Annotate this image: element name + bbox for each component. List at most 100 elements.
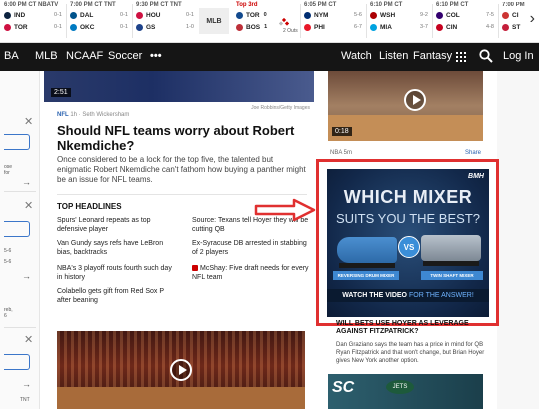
chevron-right-icon[interactable]: › [530, 10, 535, 28]
left-rail: ✕ ose for → ✕ 5-6 5-6 → reb, 6 ✕ → TNT [0, 71, 40, 409]
ad-headline: WHICH MIXER [343, 187, 473, 207]
team-record: 0-1 [120, 12, 128, 18]
game-card[interactable]: 6:00 PM CT NBATV IND 0-1 TOR 0-1 [4, 2, 62, 40]
team-name: MIA [380, 23, 392, 31]
arrow-right-icon[interactable]: → [22, 177, 31, 187]
game-card[interactable]: 6:05 PM CT NYM 5-6 PHI 6-7 [304, 2, 362, 40]
league-label[interactable]: MLB [199, 8, 229, 34]
article-headline[interactable]: Should NFL teams worry about Robert Nkem… [57, 123, 307, 153]
vs-badge: VS [398, 236, 420, 258]
team-name: COL [446, 11, 460, 19]
article-meta: NFL 1h · Seth Wickersham [57, 112, 129, 118]
video-thumbnail[interactable]: 2:51 [44, 71, 314, 102]
close-icon[interactable]: ✕ [24, 115, 33, 128]
team-record: 0-1 [186, 12, 194, 18]
apps-grid-icon[interactable] [456, 52, 466, 62]
ad-brand-logo: BMH [468, 173, 484, 180]
team-name: HOU [146, 11, 161, 19]
game-card[interactable]: 9:30 PM CT TNT HOU 0-1 GS 1-0 [136, 2, 194, 40]
input-box[interactable] [4, 354, 30, 370]
game-network: TNT [170, 2, 182, 8]
nav-item-listen[interactable]: Listen [379, 50, 408, 62]
team-logo-icon [236, 11, 243, 19]
game-status: 7:00 PM CT [70, 2, 103, 8]
team-record: 5-6 [354, 12, 362, 18]
video-thumbnail[interactable] [57, 331, 305, 409]
close-icon[interactable]: ✕ [24, 333, 33, 346]
video-thumbnail[interactable]: 0:18 [328, 71, 483, 141]
team-name: OKC [80, 23, 95, 31]
nav-item-watch[interactable]: Watch [341, 50, 372, 62]
team-logo-icon [70, 23, 77, 31]
team-name: CIN [446, 23, 458, 31]
team-logo-icon [436, 11, 443, 19]
search-icon[interactable] [479, 49, 493, 63]
video-duration: 0:18 [332, 127, 352, 136]
team-record: 9-2 [420, 12, 428, 18]
input-box[interactable] [4, 221, 30, 237]
ad-cta[interactable]: WATCH THE VIDEO FOR THE ANSWER! [327, 289, 489, 302]
game-card[interactable]: 7:00 PM CI ST [502, 2, 526, 40]
team-name: WSH [380, 11, 396, 19]
photo-credit: Joe Robbins/Getty Images [251, 105, 310, 111]
nav-item-nba[interactable]: BA [4, 50, 19, 62]
byline: 1h · Seth Wickersham [70, 112, 130, 118]
game-status: 6:10 PM CT [436, 2, 469, 8]
article-headline[interactable]: WILL BETS USE HOYER AS LEVERAGE AGAINST … [336, 320, 486, 336]
team-score: 0 [263, 12, 267, 18]
ad-subheadline: SUITS YOU THE BEST? [335, 211, 480, 226]
nav-item-soccer[interactable]: Soccer [108, 50, 142, 62]
ad-label: REVERSING DRUM MIXER [333, 271, 399, 280]
team-name: IND [14, 11, 26, 19]
ad-cta-text: FOR THE ANSWER! [408, 292, 474, 299]
headline-text: McShay: Five draft needs for every NFL t… [192, 265, 309, 281]
team-name: BOS [246, 23, 261, 31]
team-logo-icon [4, 23, 11, 31]
rail-snippet: ose for [4, 164, 13, 176]
login-link[interactable]: Log In [503, 50, 534, 62]
arrow-right-icon[interactable]: → [22, 379, 31, 389]
nav-item-fantasy[interactable]: Fantasy [413, 50, 452, 62]
team-record: 0-1 [54, 24, 62, 30]
scoreboard-strip: 6:00 PM CT NBATV IND 0-1 TOR 0-1 7:00 PM C… [0, 0, 539, 43]
nav-item-ncaaf[interactable]: NCAAF [66, 50, 103, 62]
headline-link[interactable]: Spurs' Leonard repeats as top defensive … [57, 216, 175, 234]
team-record: 1-0 [186, 24, 194, 30]
team-logo-icon [370, 23, 377, 31]
play-icon[interactable] [404, 89, 426, 111]
video-thumbnail[interactable]: SC JETS [328, 374, 483, 409]
team-score: 1 [264, 24, 268, 30]
team-name: CI [512, 11, 519, 19]
team-name: NYM [314, 11, 329, 19]
nav-item-mlb[interactable]: MLB [35, 50, 58, 62]
game-status: 6:10 PM CT [370, 2, 403, 8]
team-record: 0-1 [54, 12, 62, 18]
team-name: TOR [14, 23, 28, 31]
team-logo-icon [70, 11, 77, 19]
headline-link[interactable]: Ex-Syracuse DB arrested in stabbing of 2… [192, 239, 310, 257]
headline-link[interactable]: Colabello gets gift from Red Sox P after… [57, 287, 175, 305]
ad-cta-text: WATCH THE VIDEO [342, 292, 408, 299]
input-box[interactable] [4, 134, 30, 150]
article-summary: Once considered to be a lock for the top… [57, 155, 306, 184]
advertisement[interactable]: BMH WHICH MIXER SUITS YOU THE BEST? VS R… [327, 169, 489, 317]
drum-mixer-image [337, 237, 397, 268]
game-network: TNT [104, 2, 116, 8]
team-logo-icon [4, 11, 11, 19]
game-card[interactable]: 6:10 PM CT COL 7-5 CIN 4-8 [436, 2, 494, 40]
team-logo-icon [136, 11, 143, 19]
more-icon[interactable]: ••• [150, 50, 162, 62]
play-icon[interactable] [170, 359, 192, 381]
headline-link[interactable]: NBA's 3 playoff routs fourth such day in… [57, 264, 175, 282]
share-link[interactable]: Share [465, 150, 481, 156]
arrow-right-icon[interactable]: → [22, 271, 31, 281]
game-card[interactable]: 6:10 PM CT WSH 9-2 MIA 3-7 [370, 2, 428, 40]
headline-link[interactable]: Van Gundy says refs have LeBron bias, ba… [57, 239, 175, 257]
jets-logo: JETS [386, 380, 414, 394]
game-card[interactable]: 7:00 PM CT TNT DAL 0-1 OKC 0-1 [70, 2, 128, 40]
game-network: NBATV [38, 2, 59, 8]
close-icon[interactable]: ✕ [24, 199, 33, 212]
headline-link-insider[interactable]: McShay: Five draft needs for every NFL t… [192, 264, 310, 282]
league-tag[interactable]: NFL [57, 112, 69, 118]
game-status: 7:00 PM [502, 2, 525, 8]
